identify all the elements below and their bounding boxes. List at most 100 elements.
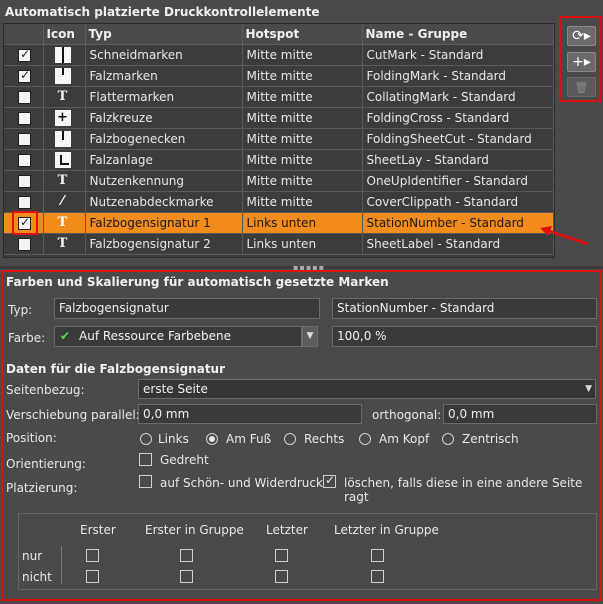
chevron-down-icon: ▼ — [585, 384, 592, 394]
row-enable-checkbox[interactable] — [18, 237, 31, 251]
row-type: Falzbogensignatur 2 — [85, 233, 243, 255]
nur-erster-checkbox[interactable] — [86, 549, 99, 562]
first-last-grid: Erster Erster in Gruppe Letzter Letzter … — [18, 513, 597, 590]
text-icon: T — [57, 235, 68, 251]
row-enable-checkbox[interactable] — [18, 111, 31, 125]
nicht-letzter-gruppe-checkbox[interactable] — [371, 570, 384, 583]
refresh-button[interactable]: ⟳▸ — [567, 26, 596, 46]
nur-letzter-checkbox[interactable] — [275, 549, 288, 562]
row-hotspot: Mitte mitte — [242, 86, 363, 108]
wand-icon: ⁄ — [61, 193, 64, 209]
verschiebung-field[interactable]: 0,0 mm — [138, 404, 362, 424]
nicht-erster-checkbox[interactable] — [86, 570, 99, 583]
typ-name-field[interactable]: StationNumber - Standard — [332, 298, 597, 319]
farbe-percent-field[interactable]: 100,0 % — [332, 326, 597, 347]
fold-mark-icon — [54, 67, 71, 84]
text-icon: T — [57, 88, 68, 104]
trash-icon: 🗑 — [574, 81, 589, 94]
row-hotspot: Mitte mitte — [242, 65, 363, 87]
row-hotspot: Links unten — [242, 212, 363, 234]
position-radio-rechts[interactable] — [284, 433, 296, 445]
row-hotspot: Links unten — [242, 233, 363, 255]
text-icon: T — [57, 172, 68, 188]
text-icon: T — [57, 214, 68, 230]
row-name: FoldingMark - Standard — [362, 65, 554, 87]
orthogonal-field[interactable]: 0,0 mm — [443, 404, 597, 424]
position-option-rechts: Rechts — [304, 432, 345, 446]
marks-table: Icon Typ Hotspot Name - Gruppe Schneidma… — [3, 23, 555, 258]
platzierung-label: Platzierung: — [6, 481, 78, 495]
position-option-am-kopf: Am Kopf — [379, 432, 430, 446]
grid-row-nur: nur — [22, 549, 43, 563]
row-type: Flattermarken — [85, 86, 243, 108]
verschiebung-label: Verschiebung parallel: — [6, 408, 140, 422]
nur-erster-gruppe-checkbox[interactable] — [180, 549, 193, 562]
position-radio-zentrisch[interactable] — [442, 433, 454, 445]
farbe-value: Auf Ressource Farbebene — [79, 329, 232, 343]
grid-separator — [61, 546, 62, 584]
column-header-icon[interactable]: Icon — [43, 24, 86, 45]
plus-icon: +▸ — [572, 54, 591, 70]
position-radio-am-fuss[interactable] — [206, 433, 218, 445]
side-button-group: ⟳▸ +▸ 🗑 — [559, 16, 601, 102]
grid-row-nicht: nicht — [22, 570, 52, 584]
row-enable-checkbox[interactable] — [18, 132, 31, 146]
row-hotspot: Mitte mitte — [242, 191, 363, 213]
gedreht-checkbox[interactable] — [139, 453, 152, 466]
position-option-am-fuss: Am Fuß — [226, 432, 272, 446]
nur-letzter-gruppe-checkbox[interactable] — [371, 549, 384, 562]
seitenbezug-label: Seitenbezug: — [6, 383, 85, 397]
loeschen-label: löschen, falls diese in eine andere Seit… — [344, 476, 583, 504]
table-row[interactable]: Falzbogenecken Mitte mitte FoldingSheetCut… — [4, 128, 554, 150]
row-hotspot: Mitte mitte — [242, 107, 363, 129]
column-header-check[interactable] — [4, 24, 44, 45]
row-enable-checkbox[interactable] — [18, 68, 31, 83]
table-row[interactable]: FalzkreuzeMitte mitteFoldingCross - Stan… — [4, 107, 554, 129]
position-radio-links[interactable] — [140, 433, 152, 445]
table-row[interactable]: SchneidmarkenMitte mitteCutMark - Standa… — [4, 44, 554, 66]
column-header-type[interactable]: Typ — [85, 24, 243, 45]
table-row[interactable]: T Falzbogensignatur 2 Links unten SheetLabe… — [4, 233, 554, 255]
column-header-hotspot[interactable]: Hotspot — [242, 24, 363, 45]
add-button[interactable]: +▸ — [567, 52, 596, 72]
schoen-widerdruck-checkbox[interactable] — [139, 475, 152, 488]
row-name: FoldingCross - Standard — [362, 107, 554, 129]
row-name: SheetLabel - Standard — [362, 233, 554, 255]
loeschen-checkbox[interactable] — [323, 473, 336, 488]
row-type: Falzkreuze — [85, 107, 243, 129]
farbe-dropdown-button[interactable]: ▼ — [302, 326, 318, 347]
row-enable-checkbox[interactable] — [18, 174, 31, 188]
table-header: Icon Typ Hotspot Name - Gruppe — [4, 24, 554, 45]
farbe-select[interactable]: ✔ Auf Ressource Farbebene — [54, 326, 302, 347]
check-color-icon: ✔ — [60, 329, 71, 343]
position-label: Position: — [6, 431, 57, 445]
table-row[interactable]: T Flattermarken Mitte mitte CollatingMark -… — [4, 86, 554, 108]
selected-checkbox-highlight — [12, 211, 38, 235]
row-enable-checkbox[interactable] — [18, 47, 31, 62]
table-row[interactable]: ⁄ Nutzenabdeckmarke Mitte mitte CoverClippa… — [4, 191, 554, 213]
grid-col-letzter-gruppe: Letzter in Gruppe — [334, 523, 439, 537]
row-enable-checkbox[interactable] — [18, 195, 31, 209]
table-row[interactable]: FalzmarkenMitte mitteFoldingMark - Stand… — [4, 65, 554, 87]
delete-button[interactable]: 🗑 — [567, 77, 596, 97]
row-type: Nutzenkennung — [85, 170, 243, 192]
row-name: CollatingMark - Standard — [362, 86, 554, 108]
table-row[interactable]: T Nutzenkennung Mitte mitte OneUpIdentifier… — [4, 170, 554, 192]
gedreht-label: Gedreht — [160, 453, 209, 467]
typ-field[interactable]: Falzbogensignatur — [54, 298, 320, 319]
table-row[interactable]: Falzanlage Mitte mitte SheetLay - Standard — [4, 149, 554, 171]
position-radio-am-kopf[interactable] — [359, 433, 371, 445]
grid-col-letzter: Letzter — [266, 523, 308, 537]
row-name: CutMark - Standard — [362, 44, 554, 66]
row-type: Nutzenabdeckmarke — [85, 191, 243, 213]
seitenbezug-select[interactable]: erste Seite ▼ — [138, 379, 596, 399]
row-hotspot: Mitte mitte — [242, 128, 363, 150]
nicht-erster-gruppe-checkbox[interactable] — [180, 570, 193, 583]
row-enable-checkbox[interactable] — [18, 153, 31, 167]
column-header-name[interactable]: Name - Gruppe — [362, 24, 554, 45]
nicht-letzter-checkbox[interactable] — [275, 570, 288, 583]
farbe-label: Farbe: — [8, 331, 46, 345]
table-row[interactable]: T Falzbogensignatur 1Links untenStationNu… — [4, 212, 554, 234]
row-enable-checkbox[interactable] — [18, 90, 31, 104]
row-type: Schneidmarken — [85, 44, 243, 66]
